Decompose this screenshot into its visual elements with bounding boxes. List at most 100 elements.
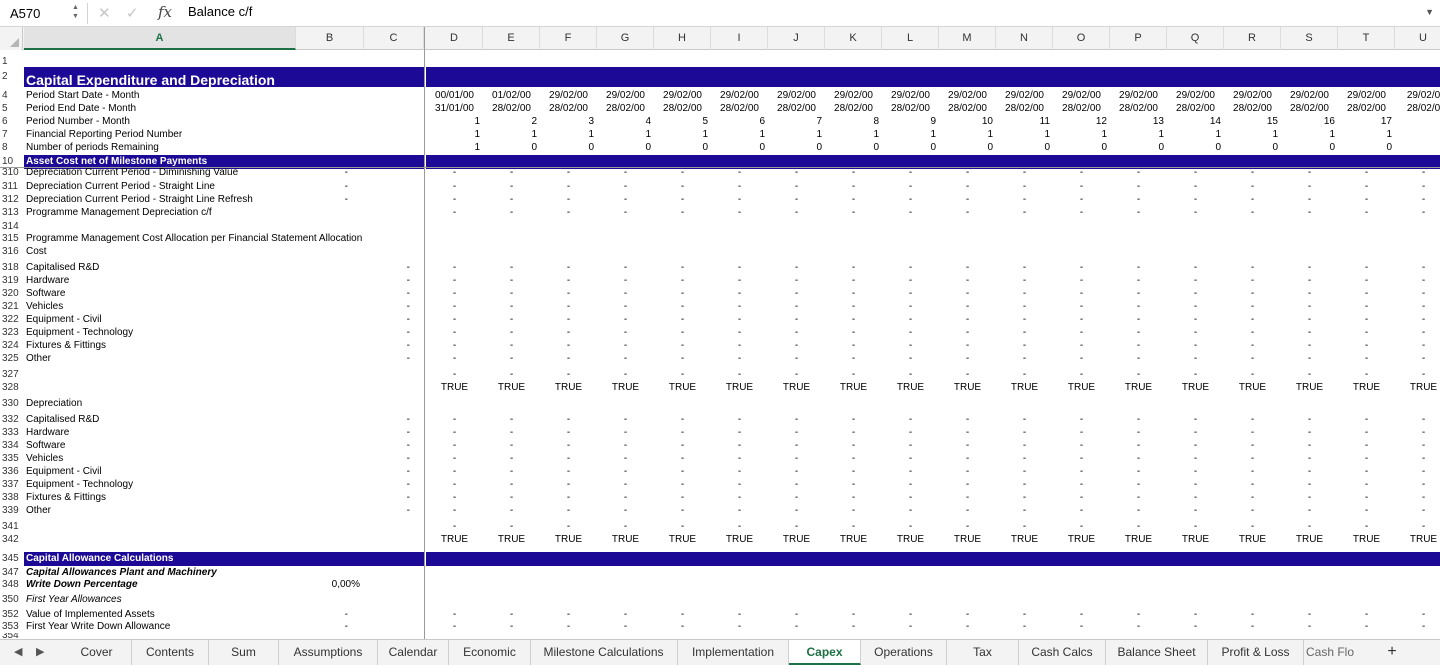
column-header-a[interactable]: A: [24, 27, 296, 50]
triangle-right-icon[interactable]: ▶: [36, 645, 44, 658]
spreadsheet-grid[interactable]: ABCDEFGHIJKLMNOPQRSTU 1 2 Capital Expendit…: [0, 27, 1440, 639]
data-cell[interactable]: -: [1409, 413, 1439, 426]
data-cell[interactable]: -: [1295, 491, 1325, 504]
data-cell[interactable]: -: [1409, 620, 1439, 633]
data-cell[interactable]: 0: [768, 141, 822, 154]
column-header-u[interactable]: U: [1395, 27, 1440, 50]
data-cell[interactable]: TRUE: [1342, 533, 1392, 546]
row-header[interactable]: 319: [0, 274, 23, 287]
data-cell[interactable]: -: [1010, 300, 1040, 313]
sheet-tab[interactable]: Profit & Loss: [1208, 640, 1304, 665]
data-cell[interactable]: -: [1352, 413, 1382, 426]
data-cell[interactable]: -: [725, 261, 755, 274]
data-cell[interactable]: -: [1352, 465, 1382, 478]
row-header[interactable]: 333: [0, 426, 23, 439]
data-cell[interactable]: -: [611, 193, 641, 206]
data-cell[interactable]: -: [1124, 326, 1154, 339]
data-cell[interactable]: -: [668, 368, 698, 381]
row-label[interactable]: Financial Reporting Period Number: [26, 128, 182, 141]
data-cell[interactable]: -: [497, 368, 527, 381]
column-header-i[interactable]: I: [711, 27, 768, 50]
sheet-tab[interactable]: Economic: [449, 640, 531, 665]
data-cell[interactable]: -: [839, 352, 869, 365]
data-cell[interactable]: -: [1409, 261, 1439, 274]
data-cell[interactable]: -: [953, 452, 983, 465]
data-cell[interactable]: -: [1181, 413, 1211, 426]
data-cell[interactable]: -: [1238, 261, 1268, 274]
data-cell[interactable]: -: [1067, 504, 1097, 517]
data-cell[interactable]: -: [1124, 261, 1154, 274]
data-cell[interactable]: -: [896, 452, 926, 465]
data-cell[interactable]: -: [1181, 326, 1211, 339]
data-cell[interactable]: -: [1352, 300, 1382, 313]
data-cell[interactable]: -: [497, 352, 527, 365]
data-cell[interactable]: -: [497, 274, 527, 287]
data-cell[interactable]: TRUE: [1228, 533, 1278, 546]
row-header[interactable]: 315: [0, 232, 23, 245]
data-cell[interactable]: 4: [597, 115, 651, 128]
data-cell[interactable]: -: [953, 168, 983, 178]
data-cell[interactable]: -: [1124, 206, 1154, 219]
data-cell[interactable]: -: [725, 352, 755, 365]
row-header[interactable]: 320: [0, 287, 23, 300]
data-cell[interactable]: -: [725, 326, 755, 339]
data-cell[interactable]: -: [1409, 206, 1439, 219]
data-cell[interactable]: -: [1124, 313, 1154, 326]
data-cell[interactable]: 31/01/00: [427, 102, 483, 115]
cell-c-value[interactable]: -: [364, 287, 410, 300]
row-label[interactable]: Equipment - Technology: [26, 326, 133, 339]
data-cell[interactable]: -: [554, 180, 584, 193]
data-cell[interactable]: -: [440, 193, 470, 206]
data-cell[interactable]: TRUE: [430, 381, 480, 394]
column-header-h[interactable]: H: [654, 27, 711, 50]
data-cell[interactable]: -: [1067, 520, 1097, 533]
data-cell[interactable]: -: [782, 261, 812, 274]
data-cell[interactable]: -: [1067, 413, 1097, 426]
data-cell[interactable]: -: [782, 491, 812, 504]
data-cell[interactable]: -: [1352, 326, 1382, 339]
data-cell[interactable]: 29/02/00: [883, 89, 939, 102]
data-cell[interactable]: -: [953, 261, 983, 274]
data-cell[interactable]: -: [953, 352, 983, 365]
cell-b-value[interactable]: 0,00%: [296, 578, 360, 591]
data-cell[interactable]: -: [953, 620, 983, 633]
data-cell[interactable]: -: [839, 193, 869, 206]
data-cell[interactable]: 0: [996, 141, 1050, 154]
data-cell[interactable]: -: [782, 313, 812, 326]
data-cell[interactable]: -: [1352, 180, 1382, 193]
data-cell[interactable]: 1: [1281, 128, 1335, 141]
data-cell[interactable]: -: [896, 274, 926, 287]
data-cell[interactable]: -: [1295, 274, 1325, 287]
data-cell[interactable]: -: [1124, 287, 1154, 300]
data-cell[interactable]: -: [839, 426, 869, 439]
data-cell[interactable]: -: [782, 326, 812, 339]
data-cell[interactable]: -: [668, 168, 698, 178]
data-cell[interactable]: -: [1238, 287, 1268, 300]
data-cell[interactable]: -: [1067, 326, 1097, 339]
column-header-t[interactable]: T: [1338, 27, 1395, 50]
data-cell[interactable]: -: [1352, 193, 1382, 206]
data-cell[interactable]: -: [554, 478, 584, 491]
cell-c-value[interactable]: -: [364, 339, 410, 352]
row-header[interactable]: 353: [0, 620, 23, 633]
row-header[interactable]: 323: [0, 326, 23, 339]
data-cell[interactable]: -: [896, 478, 926, 491]
data-cell[interactable]: -: [611, 478, 641, 491]
data-cell[interactable]: -: [725, 287, 755, 300]
data-cell[interactable]: -: [497, 413, 527, 426]
data-cell[interactable]: -: [611, 287, 641, 300]
row-label[interactable]: Other: [26, 352, 51, 365]
data-cell[interactable]: -: [1295, 339, 1325, 352]
data-cell[interactable]: -: [1067, 452, 1097, 465]
data-cell[interactable]: 10: [939, 115, 993, 128]
data-cell[interactable]: -: [725, 193, 755, 206]
data-cell[interactable]: -: [1010, 313, 1040, 326]
data-cell[interactable]: -: [611, 491, 641, 504]
data-cell[interactable]: -: [1181, 193, 1211, 206]
data-cell[interactable]: 1: [882, 128, 936, 141]
data-cell[interactable]: -: [668, 326, 698, 339]
data-cell[interactable]: -: [1295, 439, 1325, 452]
data-cell[interactable]: -: [1409, 168, 1439, 178]
data-cell[interactable]: -: [1067, 193, 1097, 206]
data-cell[interactable]: -: [668, 180, 698, 193]
